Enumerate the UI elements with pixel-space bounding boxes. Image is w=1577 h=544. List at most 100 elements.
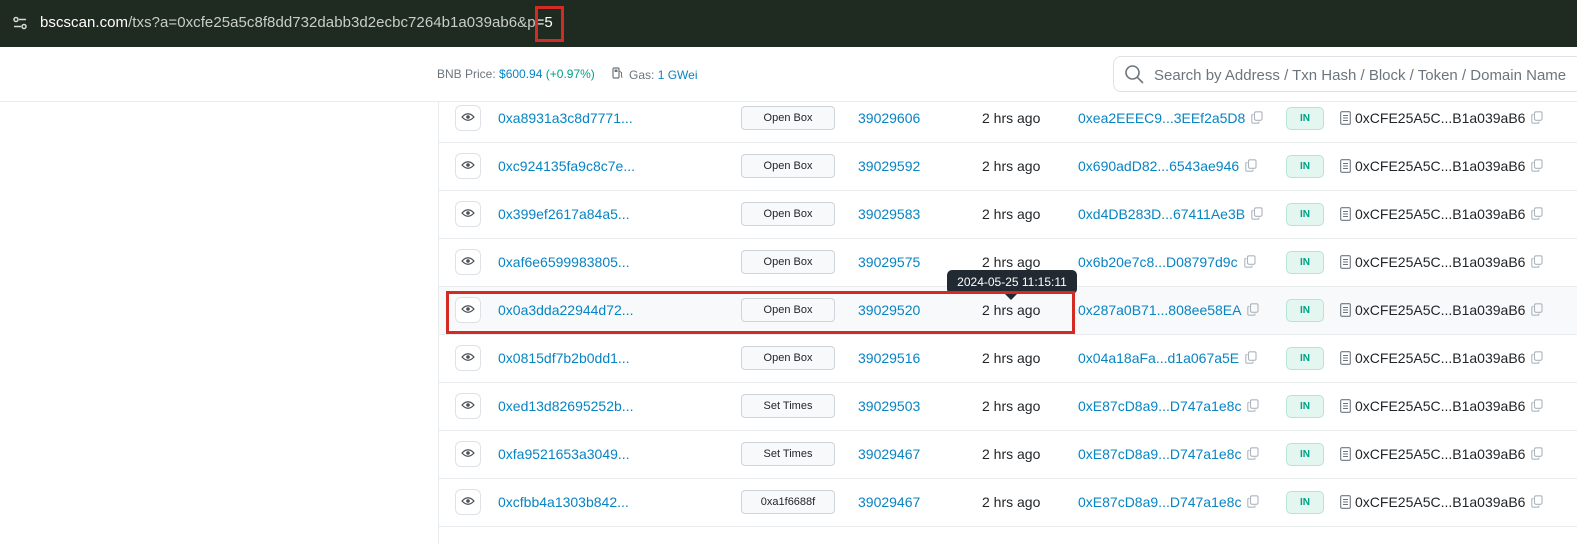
view-details-button[interactable] — [455, 345, 481, 371]
block-link[interactable]: 39029503 — [858, 398, 920, 414]
to-address-text: 0xCFE25A5C...B1a039aB6 — [1355, 446, 1526, 462]
from-address-link[interactable]: 0x690adD82...6543ae946 — [1078, 158, 1239, 174]
from-address-link[interactable]: 0xE87cD8a9...D747a1e8c — [1078, 494, 1241, 510]
to-address: 0xCFE25A5C...B1a039aB6 — [1340, 254, 1544, 272]
to-address-text: 0xCFE25A5C...B1a039aB6 — [1355, 494, 1526, 510]
block-link[interactable]: 39029467 — [858, 446, 920, 462]
table-row[interactable]: 0xa8931a3c8d7771... Open Box 39029606 2 hrs… — [439, 95, 1577, 143]
highlighted-row-box — [446, 291, 1075, 334]
from-address-link[interactable]: 0x287a0B71...808ee58EA — [1078, 302, 1241, 318]
block-link[interactable]: 39029467 — [858, 494, 920, 510]
bnb-price: BNB Price: $600.94 (+0.97%) — [437, 67, 595, 81]
search-input[interactable] — [1152, 63, 1576, 87]
txn-hash-link[interactable]: 0xaf6e6599983805... — [498, 254, 630, 270]
block-link[interactable]: 39029583 — [858, 206, 920, 222]
age-text[interactable]: 2 hrs ago — [982, 494, 1040, 510]
copy-icon[interactable] — [1531, 159, 1544, 175]
from-address-link[interactable]: 0xea2EEEC9...3EEf2a5D8 — [1078, 110, 1245, 126]
table-row[interactable]: 0xed13d82695252b... Set Times 39029503 2 hr… — [439, 383, 1577, 431]
view-details-button[interactable] — [455, 393, 481, 419]
method-badge: Set Times — [741, 394, 835, 418]
to-address: 0xCFE25A5C...B1a039aB6 — [1340, 446, 1544, 464]
copy-icon[interactable] — [1245, 351, 1257, 367]
table-row[interactable]: 0x0815df7b2b0dd1... Open Box 39029516 2 hrs… — [439, 335, 1577, 383]
bnb-price-label: BNB Price: — [437, 67, 496, 81]
to-address-text: 0xCFE25A5C...B1a039aB6 — [1355, 158, 1526, 174]
gas-price: Gas: 1 GWei — [612, 67, 697, 82]
direction-badge: IN — [1286, 395, 1324, 418]
table-row[interactable]: 0xcfbb4a1303b842... 0xa1f6688f 39029467 2 h… — [439, 479, 1577, 527]
from-address-link[interactable]: 0xE87cD8a9...D747a1e8c — [1078, 398, 1241, 414]
copy-icon[interactable] — [1531, 447, 1544, 463]
view-details-button[interactable] — [455, 105, 481, 131]
age-text[interactable]: 2 hrs ago — [982, 398, 1040, 414]
url-text[interactable]: bscscan.com/txs?a=0xcfe25a5c8f8dd732dabb… — [40, 14, 553, 31]
txn-hash-link[interactable]: 0xed13d82695252b... — [498, 398, 633, 414]
search-box[interactable] — [1113, 56, 1577, 92]
from-address-link[interactable]: 0xd4DB283D...67411Ae3B — [1078, 206, 1245, 222]
contract-icon — [1340, 207, 1351, 224]
contract-icon — [1340, 447, 1351, 464]
from-address-link[interactable]: 0x6b20e7c8...D08797d9c — [1078, 254, 1238, 270]
method-badge: Open Box — [741, 106, 835, 130]
block-link[interactable]: 39029575 — [858, 254, 920, 270]
table-row[interactable]: 0xc924135fa9c8c7e... Open Box 39029592 2 hr… — [439, 143, 1577, 191]
browser-url-bar[interactable]: bscscan.com/txs?a=0xcfe25a5c8f8dd732dabb… — [0, 0, 1577, 47]
copy-icon[interactable] — [1245, 159, 1257, 175]
view-details-button[interactable] — [455, 153, 481, 179]
txn-hash-link[interactable]: 0x0815df7b2b0dd1... — [498, 350, 630, 366]
copy-icon[interactable] — [1531, 399, 1544, 415]
copy-icon[interactable] — [1247, 399, 1260, 415]
txn-hash-link[interactable]: 0x399ef2617a84a5... — [498, 206, 630, 222]
copy-icon[interactable] — [1243, 255, 1256, 271]
block-link[interactable]: 39029592 — [858, 158, 920, 174]
copy-icon[interactable] — [1247, 447, 1260, 463]
txn-hash-link[interactable]: 0xa8931a3c8d7771... — [498, 110, 633, 126]
to-address: 0xCFE25A5C...B1a039aB6 — [1340, 398, 1544, 416]
gas-value-link[interactable]: 1 GWei — [658, 68, 698, 82]
bnb-price-change: (+0.97%) — [545, 67, 595, 81]
age-text[interactable]: 2 hrs ago — [982, 110, 1040, 126]
block-link[interactable]: 39029606 — [858, 110, 920, 126]
eye-icon — [461, 445, 475, 463]
bnb-price-link[interactable]: $600.94 (+0.97%) — [499, 67, 595, 81]
txn-hash-link[interactable]: 0xfa9521653a3049... — [498, 446, 630, 462]
txn-hash-link[interactable]: 0xc924135fa9c8c7e... — [498, 158, 635, 174]
bnb-price-value: $600.94 — [499, 67, 543, 81]
copy-icon[interactable] — [1531, 207, 1544, 223]
to-address-text: 0xCFE25A5C...B1a039aB6 — [1355, 302, 1526, 318]
copy-icon[interactable] — [1251, 111, 1263, 127]
direction-badge: IN — [1286, 299, 1324, 322]
method-badge: Open Box — [741, 154, 835, 178]
block-link[interactable]: 39029516 — [858, 350, 920, 366]
table-row[interactable]: 0x399ef2617a84a5... Open Box 39029583 2 hrs… — [439, 191, 1577, 239]
to-address-text: 0xCFE25A5C...B1a039aB6 — [1355, 350, 1526, 366]
from-address-link[interactable]: 0xE87cD8a9...D747a1e8c — [1078, 446, 1241, 462]
view-details-button[interactable] — [455, 201, 481, 227]
age-text[interactable]: 2 hrs ago — [982, 206, 1040, 222]
view-details-button[interactable] — [455, 489, 481, 515]
age-text[interactable]: 2 hrs ago — [982, 446, 1040, 462]
copy-icon[interactable] — [1531, 111, 1544, 127]
from-address-link[interactable]: 0x04a18aFa...d1a067a5E — [1078, 350, 1239, 366]
eye-icon — [461, 205, 475, 223]
page-header: BNB Price: $600.94 (+0.97%) Gas: 1 GWei — [0, 47, 1577, 102]
copy-icon[interactable] — [1531, 351, 1544, 367]
copy-icon[interactable] — [1251, 207, 1263, 223]
site-settings-icon[interactable] — [9, 13, 31, 33]
age-text[interactable]: 2 hrs ago — [982, 350, 1040, 366]
copy-icon[interactable] — [1531, 495, 1544, 511]
copy-icon[interactable] — [1531, 303, 1544, 319]
copy-icon[interactable] — [1247, 303, 1260, 319]
table-row[interactable]: 0xfa9521653a3049... Set Times 39029467 2 hr… — [439, 431, 1577, 479]
copy-icon[interactable] — [1531, 255, 1544, 271]
view-details-button[interactable] — [455, 249, 481, 275]
left-blank-pane — [0, 102, 438, 544]
txn-hash-link[interactable]: 0xcfbb4a1303b842... — [498, 494, 629, 510]
view-details-button[interactable] — [455, 441, 481, 467]
contract-icon — [1340, 495, 1351, 512]
age-text[interactable]: 2 hrs ago — [982, 158, 1040, 174]
url-path: /txs?a=0xcfe25a5c8f8dd732dabb3d2ecbc7264… — [128, 14, 536, 31]
age-text[interactable]: 2 hrs ago — [982, 254, 1040, 270]
copy-icon[interactable] — [1247, 495, 1260, 511]
